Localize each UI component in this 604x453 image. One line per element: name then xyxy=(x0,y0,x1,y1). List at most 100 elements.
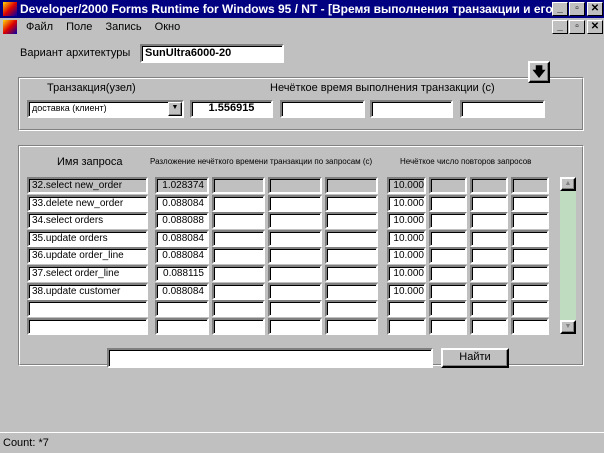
query-name-field[interactable]: 36.update order_line xyxy=(27,247,148,264)
query-time-field[interactable] xyxy=(268,265,322,282)
query-time-field[interactable] xyxy=(268,195,322,212)
query-repeats-field[interactable] xyxy=(511,283,549,300)
menu-record[interactable]: Запись xyxy=(106,21,142,33)
query-repeats-field[interactable] xyxy=(511,300,549,317)
query-repeats-field[interactable] xyxy=(511,177,549,194)
query-time-field[interactable] xyxy=(212,318,265,335)
query-time-field[interactable] xyxy=(212,177,265,194)
query-time-field[interactable] xyxy=(212,195,265,212)
query-repeats-field[interactable]: 10.000 xyxy=(387,265,426,282)
query-repeats-field[interactable] xyxy=(470,195,508,212)
query-repeats-field[interactable]: 10.000 xyxy=(387,283,426,300)
query-repeats-field[interactable] xyxy=(429,212,467,229)
query-time-field[interactable]: 1.028374 xyxy=(155,177,209,194)
query-repeats-field[interactable]: 10.000 xyxy=(387,230,426,247)
scroll-down-icon[interactable]: ▼ xyxy=(560,320,576,334)
transaction-time-3[interactable] xyxy=(370,100,453,118)
query-repeats-field[interactable] xyxy=(470,265,508,282)
query-time-field[interactable]: 0.088115 xyxy=(155,265,209,282)
transaction-time-2[interactable] xyxy=(280,100,365,118)
query-time-field[interactable] xyxy=(325,212,378,229)
close-button[interactable]: ✕ xyxy=(587,2,603,16)
query-time-field[interactable] xyxy=(325,230,378,247)
query-time-field[interactable] xyxy=(325,247,378,264)
query-time-field[interactable] xyxy=(212,247,265,264)
query-repeats-field[interactable] xyxy=(470,177,508,194)
query-repeats-field[interactable] xyxy=(429,300,467,317)
query-name-field[interactable]: 34.select orders xyxy=(27,212,148,229)
query-repeats-field[interactable] xyxy=(511,195,549,212)
query-time-field[interactable] xyxy=(268,300,322,317)
query-repeats-field[interactable] xyxy=(511,265,549,282)
query-repeats-field[interactable] xyxy=(511,318,549,335)
query-repeats-field[interactable] xyxy=(387,300,426,317)
query-time-field[interactable] xyxy=(155,300,209,317)
architecture-field[interactable]: SunUltra6000-20 xyxy=(140,44,284,63)
query-repeats-field[interactable]: 10.000 xyxy=(387,195,426,212)
query-time-field[interactable] xyxy=(325,195,378,212)
query-time-field[interactable] xyxy=(325,177,378,194)
query-time-field[interactable] xyxy=(325,283,378,300)
query-repeats-field[interactable] xyxy=(387,318,426,335)
menu-window[interactable]: Окно xyxy=(155,21,181,33)
find-button[interactable]: Найти xyxy=(441,348,509,368)
query-repeats-field[interactable] xyxy=(511,247,549,264)
query-time-field[interactable] xyxy=(212,300,265,317)
query-repeats-field[interactable]: 10.000 xyxy=(387,247,426,264)
query-repeats-field[interactable] xyxy=(429,318,467,335)
transaction-select[interactable]: доставка (клиент) ▼ xyxy=(27,100,184,118)
query-time-field[interactable] xyxy=(268,212,322,229)
scroll-up-icon[interactable]: ▲ xyxy=(560,177,576,191)
query-repeats-field[interactable] xyxy=(511,230,549,247)
query-time-field[interactable]: 0.088084 xyxy=(155,195,209,212)
query-time-field[interactable]: 0.088084 xyxy=(155,230,209,247)
query-time-field[interactable] xyxy=(268,177,322,194)
doc-minimize-button[interactable]: _ xyxy=(552,20,568,34)
query-repeats-field[interactable] xyxy=(429,230,467,247)
query-repeats-field[interactable] xyxy=(470,212,508,229)
menu-field[interactable]: Поле xyxy=(66,21,92,33)
query-time-field[interactable] xyxy=(268,230,322,247)
query-time-field[interactable] xyxy=(212,212,265,229)
query-name-field[interactable]: 35.update orders xyxy=(27,230,148,247)
query-repeats-field[interactable] xyxy=(511,212,549,229)
scrollbar[interactable]: ▲ ▼ xyxy=(560,177,576,334)
query-time-field[interactable] xyxy=(325,265,378,282)
query-time-field[interactable]: 0.088088 xyxy=(155,212,209,229)
query-repeats-field[interactable] xyxy=(429,247,467,264)
query-repeats-field[interactable]: 10.000 xyxy=(387,212,426,229)
menu-file[interactable]: Файл xyxy=(26,21,53,33)
maximize-button[interactable]: ▫ xyxy=(569,2,585,16)
query-name-field[interactable]: 37.select order_line xyxy=(27,265,148,282)
down-arrow-button[interactable]: 🡇 xyxy=(528,61,550,83)
transaction-time-4[interactable] xyxy=(460,100,545,118)
query-time-field[interactable] xyxy=(212,283,265,300)
minimize-button[interactable]: _ xyxy=(552,2,568,16)
query-name-field[interactable] xyxy=(27,300,148,317)
query-time-field[interactable]: 0.088084 xyxy=(155,247,209,264)
query-time-field[interactable] xyxy=(155,318,209,335)
query-repeats-field[interactable] xyxy=(429,195,467,212)
query-repeats-field[interactable]: 10.000 xyxy=(387,177,426,194)
query-repeats-field[interactable] xyxy=(470,283,508,300)
query-time-field[interactable]: 0.088084 xyxy=(155,283,209,300)
query-time-field[interactable] xyxy=(325,318,378,335)
chevron-down-icon[interactable]: ▼ xyxy=(168,102,182,116)
query-repeats-field[interactable] xyxy=(470,247,508,264)
doc-close-button[interactable]: ✕ xyxy=(587,20,603,34)
doc-maximize-button[interactable]: ▫ xyxy=(569,20,585,34)
query-repeats-field[interactable] xyxy=(429,265,467,282)
query-name-field[interactable]: 38.update customer xyxy=(27,283,148,300)
query-time-field[interactable] xyxy=(212,230,265,247)
query-repeats-field[interactable] xyxy=(470,318,508,335)
query-name-field[interactable]: 33.delete new_order xyxy=(27,195,148,212)
query-time-field[interactable] xyxy=(268,247,322,264)
query-time-field[interactable] xyxy=(325,300,378,317)
query-time-field[interactable] xyxy=(268,283,322,300)
query-name-field[interactable] xyxy=(27,318,148,335)
query-repeats-field[interactable] xyxy=(429,177,467,194)
query-repeats-field[interactable] xyxy=(470,230,508,247)
transaction-time-1[interactable]: 1.556915 xyxy=(190,100,273,118)
search-input[interactable] xyxy=(107,348,433,368)
query-repeats-field[interactable] xyxy=(429,283,467,300)
